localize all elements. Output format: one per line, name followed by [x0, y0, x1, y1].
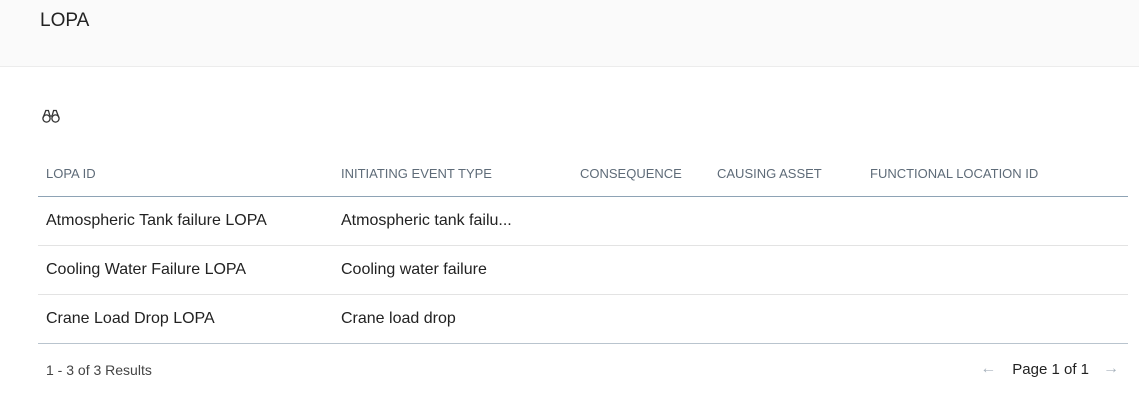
cell-lopa-id[interactable]: Atmospheric Tank failure LOPA — [38, 196, 333, 246]
cell-causing-asset — [709, 245, 862, 295]
table-row[interactable]: Cooling Water Failure LOPA Cooling water… — [38, 245, 1128, 295]
page-title: LOPA — [40, 10, 90, 31]
cell-functional-location-id — [862, 294, 1128, 344]
column-header-causing-asset[interactable]: CAUSING ASSET — [709, 150, 862, 197]
pagination: ← Page 1 of 1 → — [980, 360, 1119, 378]
page-header: LOPA — [0, 0, 1139, 67]
cell-causing-asset — [709, 196, 862, 246]
column-header-consequence[interactable]: CONSEQUENCE — [572, 150, 709, 197]
search-button[interactable] — [42, 108, 60, 124]
column-header-lopa-id[interactable]: LOPA ID — [38, 150, 333, 197]
cell-consequence — [572, 294, 709, 344]
cell-functional-location-id — [862, 245, 1128, 295]
cell-consequence — [572, 196, 709, 246]
column-header-functional-location-id[interactable]: FUNCTIONAL LOCATION ID — [862, 150, 1128, 197]
results-count: 1 - 3 of 3 Results — [46, 362, 152, 378]
table-row[interactable]: Crane Load Drop LOPA Crane load drop — [38, 294, 1128, 344]
cell-lopa-id[interactable]: Cooling Water Failure LOPA — [38, 245, 333, 295]
cell-consequence — [572, 245, 709, 295]
table-row[interactable]: Atmospheric Tank failure LOPA Atmospheri… — [38, 196, 1128, 246]
cell-causing-asset — [709, 294, 862, 344]
table-header-row: LOPA ID INITIATING EVENT TYPE CONSEQUENC… — [38, 150, 1128, 197]
arrow-left-icon[interactable]: ← — [980, 360, 996, 378]
cell-event-type: Cooling water failure — [333, 245, 572, 295]
cell-event-type: Atmospheric tank failu... — [333, 196, 572, 246]
page-indicator: Page 1 of 1 — [1012, 360, 1089, 378]
binoculars-icon — [42, 108, 60, 124]
cell-lopa-id[interactable]: Crane Load Drop LOPA — [38, 294, 333, 344]
cell-functional-location-id — [862, 196, 1128, 246]
lopa-table: LOPA ID INITIATING EVENT TYPE CONSEQUENC… — [38, 150, 1128, 344]
arrow-right-icon[interactable]: → — [1103, 360, 1119, 378]
column-header-initiating-event-type[interactable]: INITIATING EVENT TYPE — [333, 150, 572, 197]
cell-event-type: Crane load drop — [333, 294, 572, 344]
